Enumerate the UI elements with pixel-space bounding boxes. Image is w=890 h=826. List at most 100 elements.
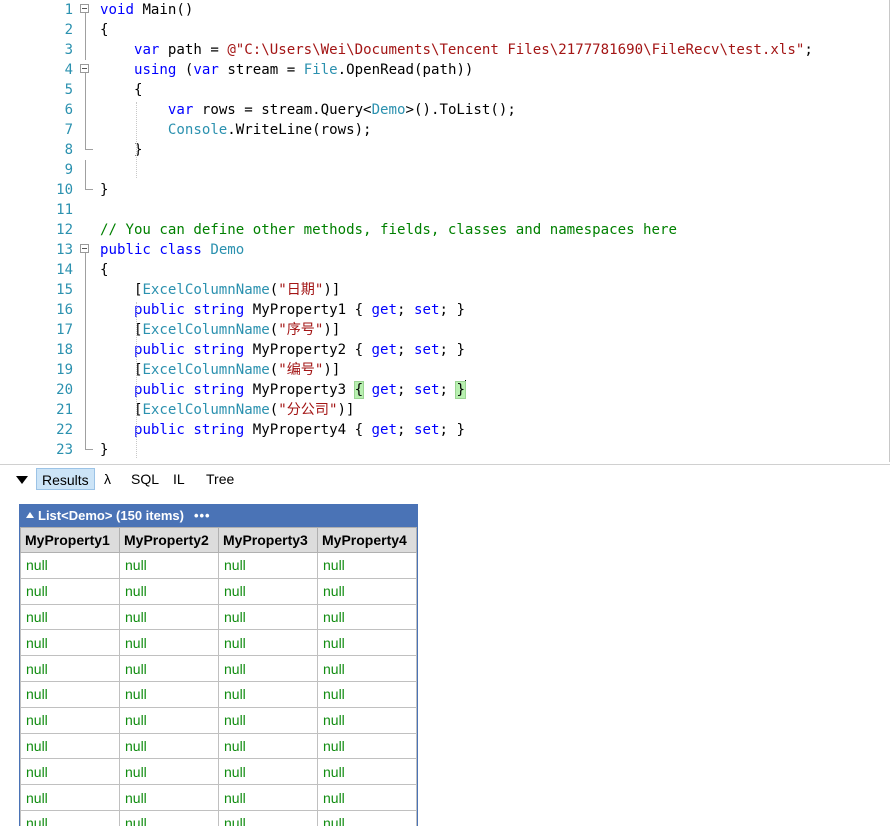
table-cell[interactable]: null <box>119 552 219 579</box>
table-cell[interactable]: null <box>20 706 120 734</box>
table-cell[interactable]: null <box>218 784 318 811</box>
tab-results[interactable]: Results <box>36 468 95 490</box>
table-cell[interactable]: null <box>119 809 219 826</box>
line-number: 5 <box>64 82 73 98</box>
table-row[interactable]: null null null null <box>20 603 417 631</box>
code-line[interactable]: 5 { <box>0 80 880 100</box>
table-cell[interactable]: null <box>317 552 417 579</box>
table-cell[interactable]: null <box>218 680 318 708</box>
table-cell[interactable]: null <box>317 706 417 734</box>
collapse-triangle-icon[interactable] <box>26 512 34 518</box>
column-header[interactable]: MyProperty3 <box>218 527 318 553</box>
table-cell[interactable]: null <box>317 784 417 811</box>
table-cell[interactable]: null <box>20 552 120 579</box>
code-line[interactable]: 2{ <box>0 20 880 40</box>
table-cell[interactable]: null <box>20 577 120 605</box>
code-token: { <box>100 262 109 278</box>
table-cell[interactable]: null <box>119 784 219 811</box>
table-cell[interactable]: null <box>119 680 219 708</box>
tab-lambda[interactable]: λ <box>99 468 116 490</box>
table-cell[interactable]: null <box>317 732 417 760</box>
table-row[interactable]: null null null null <box>20 655 417 682</box>
table-cell[interactable]: null <box>218 758 318 786</box>
column-header[interactable]: MyProperty1 <box>20 527 120 553</box>
table-cell[interactable]: null <box>218 706 318 734</box>
code-line[interactable]: 16 public string MyProperty1 { get; set;… <box>0 300 880 320</box>
table-cell[interactable]: null <box>119 629 219 657</box>
fold-guide <box>85 253 86 260</box>
table-cell[interactable]: null <box>119 758 219 786</box>
tab-il[interactable]: IL <box>168 468 190 490</box>
table-row[interactable]: null null null null <box>20 732 417 760</box>
table-cell[interactable]: null <box>20 784 120 811</box>
table-cell[interactable]: null <box>218 732 318 760</box>
table-cell[interactable]: null <box>218 552 318 579</box>
code-line[interactable]: 20 public string MyProperty3 { get; set;… <box>0 380 880 400</box>
table-cell[interactable]: null <box>317 577 417 605</box>
code-line[interactable]: 18 public string MyProperty2 { get; set;… <box>0 340 880 360</box>
table-cell[interactable]: null <box>119 706 219 734</box>
code-line[interactable]: 21 [ExcelColumnName("分公司")] <box>0 400 880 420</box>
table-cell[interactable]: null <box>119 732 219 760</box>
table-cell[interactable]: null <box>20 758 120 786</box>
table-row[interactable]: null null null null <box>20 629 417 657</box>
code-line[interactable]: 13 public class Demo <box>0 240 880 260</box>
table-row[interactable]: null null null null <box>20 680 417 708</box>
table-cell[interactable]: null <box>317 655 417 682</box>
result-list-header[interactable]: List<Demo> (150 items) ••• <box>20 505 417 527</box>
column-header[interactable]: MyProperty4 <box>317 527 417 553</box>
table-row[interactable]: null null null null <box>20 784 417 811</box>
collapse-region-icon[interactable] <box>80 244 89 253</box>
code-line[interactable]: 8 } <box>0 140 880 160</box>
table-row[interactable]: null null null null <box>20 809 417 826</box>
table-cell[interactable]: null <box>119 655 219 682</box>
code-line[interactable]: 17 [ExcelColumnName("序号")] <box>0 320 880 340</box>
table-cell[interactable]: null <box>20 655 120 682</box>
code-line[interactable]: 12 // You can define other methods, field… <box>0 220 880 240</box>
code-line[interactable]: 19 [ExcelColumnName("编号")] <box>0 360 880 380</box>
code-line[interactable]: 4 using (var stream = File.OpenRead(path… <box>0 60 880 80</box>
results-output[interactable]: List<Demo> (150 items) ••• MyProperty1 My… <box>0 494 890 826</box>
collapse-region-icon[interactable] <box>80 64 89 73</box>
table-row[interactable]: null null null null <box>20 552 417 579</box>
table-cell[interactable]: null <box>317 680 417 708</box>
table-cell[interactable]: null <box>119 603 219 631</box>
table-row[interactable]: null null null null <box>20 758 417 786</box>
table-cell[interactable]: null <box>20 603 120 631</box>
table-cell[interactable]: null <box>317 809 417 826</box>
triangle-down-icon[interactable] <box>16 476 28 484</box>
table-cell[interactable]: null <box>119 577 219 605</box>
table-cell[interactable]: null <box>317 603 417 631</box>
code-line[interactable]: 7 Console.WriteLine(rows); <box>0 120 880 140</box>
table-cell[interactable]: null <box>218 809 318 826</box>
table-cell[interactable]: null <box>218 603 318 631</box>
table-cell[interactable]: null <box>218 577 318 605</box>
table-row[interactable]: null null null null <box>20 706 417 734</box>
more-options-icon[interactable]: ••• <box>194 508 211 523</box>
column-header[interactable]: MyProperty2 <box>119 527 219 553</box>
code-token: ; <box>397 302 414 318</box>
table-cell[interactable]: null <box>20 809 120 826</box>
code-line[interactable]: 23} <box>0 440 880 460</box>
code-line[interactable]: 3 var path = @"C:\Users\Wei\Documents\Te… <box>0 40 880 60</box>
code-line[interactable]: 9 <box>0 160 880 180</box>
code-line[interactable]: 1 void Main() <box>0 0 880 20</box>
code-line[interactable]: 11 <box>0 200 880 220</box>
code-line[interactable]: 15 [ExcelColumnName("日期")] <box>0 280 880 300</box>
code-line[interactable]: 6 var rows = stream.Query<Demo>().ToList… <box>0 100 880 120</box>
table-cell[interactable]: null <box>20 732 120 760</box>
code-line[interactable]: 14 { <box>0 260 880 280</box>
tab-sql[interactable]: SQL <box>126 468 164 490</box>
table-cell[interactable]: null <box>20 629 120 657</box>
table-cell[interactable]: null <box>218 629 318 657</box>
table-cell[interactable]: null <box>317 629 417 657</box>
table-cell[interactable]: null <box>20 680 120 708</box>
table-row[interactable]: null null null null <box>20 577 417 605</box>
code-line[interactable]: 22 public string MyProperty4 { get; set;… <box>0 420 880 440</box>
tab-tree[interactable]: Tree <box>201 468 239 490</box>
collapse-region-icon[interactable] <box>80 4 89 13</box>
table-cell[interactable]: null <box>317 758 417 786</box>
table-cell[interactable]: null <box>218 655 318 682</box>
code-editor[interactable]: 1 void Main() 2{3 var path = @"C:\Users\We… <box>0 0 890 462</box>
code-line[interactable]: 10} <box>0 180 880 200</box>
